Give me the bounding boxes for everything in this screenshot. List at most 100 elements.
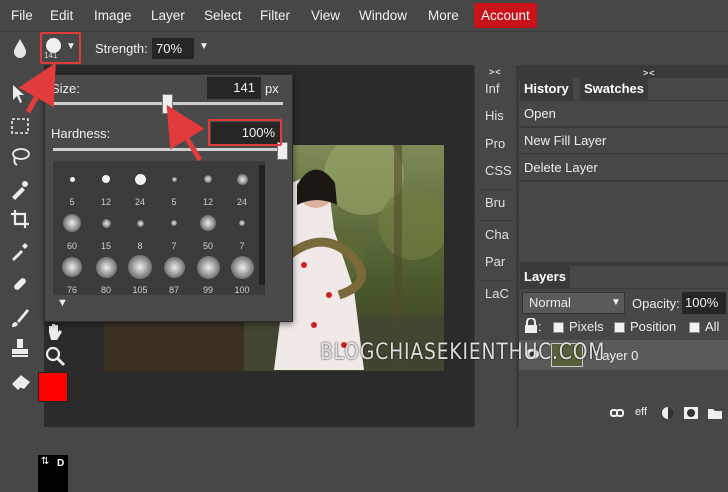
link-icon[interactable]	[610, 406, 624, 420]
strip-history[interactable]: His	[475, 104, 517, 128]
brush-preset[interactable]: 60	[55, 207, 89, 251]
brush-preset[interactable]: 99	[191, 251, 225, 295]
tab-swatches[interactable]: Swatches	[580, 78, 648, 100]
brush-tip-icon	[196, 255, 220, 279]
brush-preset[interactable]: 100	[225, 251, 259, 295]
strip-info[interactable]: Inf	[475, 77, 517, 101]
strip-character[interactable]: Cha	[475, 223, 517, 247]
strip-brush[interactable]: Bru	[475, 191, 517, 215]
strip-paragraph[interactable]: Par	[475, 250, 517, 274]
adjustment-icon[interactable]	[661, 406, 675, 420]
brush-preset[interactable]: 105	[123, 251, 157, 295]
menu-window[interactable]: Window	[352, 0, 414, 31]
hand-tool-icon[interactable]	[44, 320, 66, 342]
brush-tip-icon	[69, 176, 75, 182]
brush-preset[interactable]: 12	[191, 163, 225, 207]
brush-preset[interactable]: 87	[157, 251, 191, 295]
rectangle-tool-icon[interactable]	[12, 370, 34, 392]
strip-divider	[479, 189, 513, 190]
menu-view[interactable]: View	[304, 0, 347, 31]
crop-tool-icon[interactable]	[9, 208, 31, 230]
strength-dropdown-icon[interactable]: ▼	[199, 41, 209, 52]
brush-preset-size: 7	[239, 241, 245, 251]
brush-tip-icon	[204, 175, 212, 183]
lock-position-checkbox[interactable]	[614, 322, 625, 334]
menu-image[interactable]: Image	[87, 0, 139, 31]
lock-position[interactable]: Position	[614, 319, 676, 334]
mask-icon[interactable]	[683, 406, 699, 420]
lock-all-label: All	[705, 319, 720, 334]
menu-file[interactable]: File	[4, 0, 40, 31]
brush-settings-popup: Size: 141 px Hardness: 100% ▼ 5 12 24 5 12 24…	[44, 74, 293, 322]
strip-properties[interactable]: Pro	[475, 132, 517, 156]
brush-preset-size: 24	[134, 197, 145, 207]
lock-colon: :	[538, 319, 542, 334]
brush-preset[interactable]: 12	[89, 163, 123, 207]
more-presets-chevron-icon[interactable]: ▼	[57, 297, 68, 309]
strength-input[interactable]: 70%	[152, 38, 194, 59]
size-input[interactable]: 141	[207, 77, 261, 99]
effects-button[interactable]: eff	[635, 406, 647, 418]
swap-colors-icon[interactable]: ⇅	[41, 456, 49, 467]
options-bar: 141 ▼ Strength: 70% ▼	[0, 31, 728, 65]
strip-layer-comps[interactable]: LaC	[475, 282, 517, 306]
eyedropper-tool-icon[interactable]	[9, 240, 31, 262]
zoom-tool-icon[interactable]	[44, 345, 66, 367]
history-item-new-fill-layer[interactable]: New Fill Layer	[519, 128, 728, 154]
menu-more[interactable]: More	[421, 0, 466, 31]
brush-preset-size: 5	[171, 197, 177, 207]
healing-tool-icon[interactable]	[9, 273, 31, 295]
default-colors-icon[interactable]: D	[57, 458, 64, 469]
menu-edit[interactable]: Edit	[43, 0, 80, 31]
stamp-tool-icon[interactable]	[9, 337, 31, 359]
history-item-delete-layer[interactable]: Delete Layer	[519, 155, 728, 181]
brush-tool-icon[interactable]	[9, 307, 31, 329]
opacity-input[interactable]: 100%	[682, 292, 726, 314]
brush-preset[interactable]: 5	[55, 163, 89, 207]
brush-preset[interactable]: 80	[89, 251, 123, 295]
size-unit: px	[265, 81, 279, 96]
hardness-slider-track[interactable]	[53, 148, 283, 151]
lock-all[interactable]: All	[689, 319, 719, 334]
brush-tip-icon	[102, 175, 110, 183]
lock-all-checkbox[interactable]	[689, 322, 700, 334]
brush-preset-size: 99	[202, 285, 213, 295]
strip-css[interactable]: CSS	[475, 159, 517, 183]
brush-tip-icon	[171, 176, 177, 182]
brush-preset[interactable]: 5	[157, 163, 191, 207]
brush-tip-icon	[63, 214, 81, 232]
brush-preset[interactable]: 50	[191, 207, 225, 251]
brush-preset-size: 12	[202, 197, 213, 207]
highlight-box-brush-picker	[40, 32, 81, 64]
folder-icon[interactable]	[707, 406, 723, 420]
blend-mode-value: Normal	[529, 295, 571, 310]
account-button[interactable]: Account	[474, 3, 537, 28]
lock-pixels-checkbox[interactable]	[553, 322, 564, 334]
tab-layers[interactable]: Layers	[520, 266, 570, 288]
history-empty-area	[519, 182, 728, 262]
lasso-tool-icon[interactable]	[9, 145, 31, 167]
brush-preset[interactable]: 7	[157, 207, 191, 251]
brush-preset[interactable]: 8	[123, 207, 157, 251]
menu-layer[interactable]: Layer	[144, 0, 192, 31]
brush-preset[interactable]: 7	[225, 207, 259, 251]
menu-filter[interactable]: Filter	[253, 0, 297, 31]
strip-divider	[479, 280, 513, 281]
brush-preset[interactable]: 15	[89, 207, 123, 251]
brush-preset[interactable]: 24	[225, 163, 259, 207]
history-item-open[interactable]: Open	[519, 101, 728, 127]
brush-preset-size: 87	[168, 285, 179, 295]
tab-history[interactable]: History	[520, 78, 573, 100]
marquee-tool-icon[interactable]	[9, 115, 31, 137]
blend-mode-select[interactable]: Normal ▼	[522, 292, 625, 314]
quick-select-tool-icon[interactable]	[9, 178, 31, 200]
lock-pixels-label: Pixels	[569, 319, 604, 334]
move-tool-icon[interactable]	[9, 83, 31, 105]
brush-preset[interactable]: 24	[123, 163, 157, 207]
size-slider-thumb[interactable]	[162, 94, 173, 114]
preset-scrollbar[interactable]	[259, 165, 265, 285]
brush-preset[interactable]: 76	[55, 251, 89, 295]
lock-pixels[interactable]: Pixels	[553, 319, 604, 334]
foreground-color-swatch[interactable]	[38, 372, 68, 402]
menu-select[interactable]: Select	[197, 0, 249, 31]
